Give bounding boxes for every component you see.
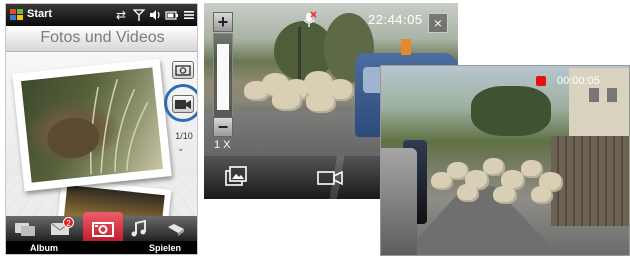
speaker-settings-icon[interactable] [166,221,188,237]
zoom-slider[interactable] [213,33,233,123]
tab-bar: 2 [6,212,197,241]
zoom-in-button[interactable]: + [213,12,233,32]
chevron-down-icon[interactable]: ⌄ [177,143,185,154]
trees [471,86,551,136]
softkey-bar: Album Spielen [6,241,197,254]
mic-mute-icon[interactable] [301,11,317,29]
recording-timer: 00:00:05 [557,75,600,87]
video-mode-icon[interactable] [316,170,344,186]
traffic-sign [401,39,411,55]
photo-counter: 1/10 [175,131,193,141]
zoom-level: 1 X [214,139,231,151]
photo-image [21,67,163,183]
photo-mode-button[interactable] [172,61,194,79]
speaker-icon [150,10,160,20]
sheep-herd [431,148,571,208]
menu-icon[interactable] [183,9,195,21]
home-screen: Start ⇄ Fotos und Videos 1/10 ⌄ 2 Album … [5,3,198,255]
zoom-slider-fill [217,44,229,110]
silver-car [381,148,417,255]
grass-photo [47,78,149,175]
signal-icon [133,9,145,21]
photo-gallery: 1/10 ⌄ [6,52,197,216]
recording-indicator [536,76,546,86]
photo-thumbnail-current[interactable] [12,58,172,192]
close-button[interactable]: × [428,13,448,33]
highlight-circle [164,84,197,122]
start-label[interactable]: Start [27,8,52,20]
windows-start-icon[interactable] [10,8,24,22]
status-bar: Start ⇄ [6,4,197,26]
gallery-icon[interactable] [224,165,248,189]
battery-icon [165,11,178,20]
clock: 22:44:05 [368,12,423,27]
video-recording-view: 00:00:05 [380,65,630,256]
sheep-herd [244,65,354,115]
messaging-icon[interactable] [14,221,36,237]
camera-icon [175,65,191,76]
softkey-right[interactable]: Spielen [149,243,181,253]
page-title: Fotos und Videos [40,29,165,46]
softkey-left[interactable]: Album [30,243,58,253]
sync-icon: ⇄ [116,8,127,22]
title-bar: Fotos und Videos [6,26,197,52]
unread-badge: 2 [63,217,74,228]
camera-tab-icon[interactable] [91,220,115,238]
music-icon[interactable] [130,220,148,238]
zoom-out-button[interactable]: − [213,117,233,137]
